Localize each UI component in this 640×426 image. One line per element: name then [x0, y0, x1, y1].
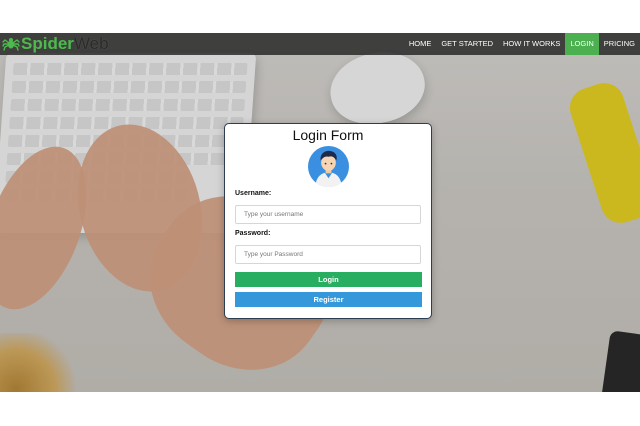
login-button[interactable]: Login [235, 272, 422, 287]
register-button[interactable]: Register [235, 292, 422, 307]
user-avatar-icon [308, 146, 349, 187]
nav-pricing[interactable]: PRICING [599, 33, 640, 55]
nav-home[interactable]: HOME [404, 33, 437, 55]
password-label: Password: [235, 230, 271, 237]
page: Spider Web HOME GET STARTED HOW IT WORKS … [0, 0, 640, 426]
username-label: Username: [235, 190, 272, 197]
login-form-title: Login Form [292, 127, 364, 143]
spider-icon [2, 38, 20, 51]
navbar: Spider Web HOME GET STARTED HOW IT WORKS … [0, 33, 640, 55]
username-input[interactable] [235, 205, 421, 224]
login-card: Login Form Username: Password: Login Reg… [224, 123, 432, 319]
brand-name-spider: Spider [21, 34, 74, 53]
brand-name-web: Web [73, 34, 109, 53]
nav-get-started[interactable]: GET STARTED [436, 33, 498, 55]
password-input[interactable] [235, 245, 421, 264]
nav-how-it-works[interactable]: HOW IT WORKS [498, 33, 565, 55]
nav-login[interactable]: LOGIN [565, 33, 599, 55]
nav-menu: HOME GET STARTED HOW IT WORKS LOGIN PRIC… [404, 33, 640, 55]
brand-logo[interactable]: Spider Web [2, 34, 109, 54]
